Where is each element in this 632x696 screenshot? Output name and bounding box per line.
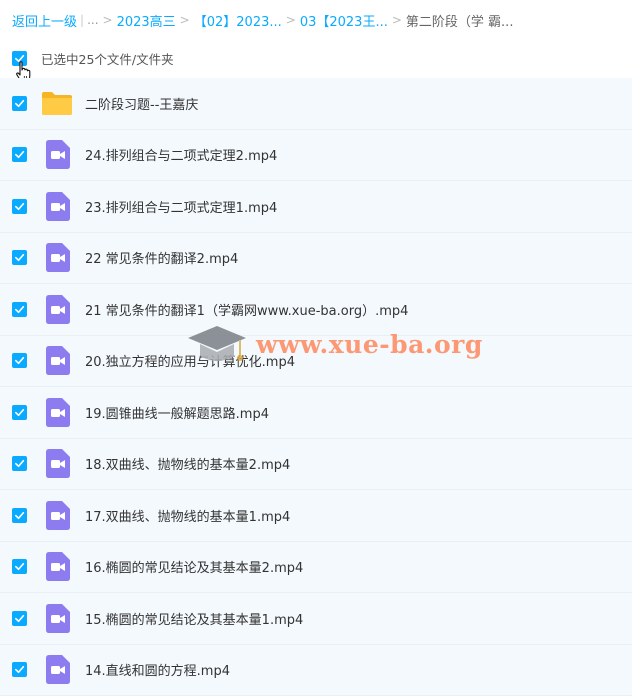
chevron-right-icon: > <box>103 13 113 27</box>
row-checkbox[interactable] <box>12 405 27 420</box>
video-file-icon <box>43 552 73 582</box>
check-icon <box>14 149 25 160</box>
check-icon <box>14 510 25 521</box>
list-item[interactable]: 19.圆锥曲线一般解题思路.mp4 <box>0 387 632 439</box>
check-icon <box>14 407 25 418</box>
chevron-right-icon: > <box>286 13 296 27</box>
breadcrumb-divider: | <box>80 13 84 27</box>
video-file-icon <box>43 449 73 479</box>
file-name[interactable]: 21 常见条件的翻译1（学霸网www.xue-ba.org）.mp4 <box>85 300 408 319</box>
check-icon <box>14 613 25 624</box>
row-checkbox[interactable] <box>12 199 27 214</box>
file-name[interactable]: 17.双曲线、抛物线的基本量1.mp4 <box>85 506 290 525</box>
file-name[interactable]: 24.排列组合与二项式定理2.mp4 <box>85 145 277 164</box>
list-item[interactable]: 15.椭圆的常见结论及其基本量1.mp4 <box>0 593 632 645</box>
list-item[interactable]: 20.独立方程的应用与计算优化.mp4 <box>0 336 632 388</box>
row-checkbox[interactable] <box>12 456 27 471</box>
breadcrumb-ellipsis[interactable]: ... <box>87 13 98 27</box>
check-icon <box>14 664 25 675</box>
row-checkbox[interactable] <box>12 147 27 162</box>
check-icon <box>14 201 25 212</box>
file-name[interactable]: 二阶段习题--王嘉庆 <box>85 94 198 113</box>
list-item[interactable]: 16.椭圆的常见结论及其基本量2.mp4 <box>0 542 632 594</box>
list-item[interactable]: 18.双曲线、抛物线的基本量2.mp4 <box>0 439 632 491</box>
breadcrumb-item[interactable]: 2023高三 <box>117 11 176 30</box>
list-item[interactable]: 14.直线和圆的方程.mp4 <box>0 645 632 696</box>
list-item[interactable]: 二阶段习题--王嘉庆 <box>0 78 632 130</box>
video-file-icon <box>43 191 73 221</box>
row-checkbox[interactable] <box>12 302 27 317</box>
selection-count-text: 已选中25个文件/文件夹 <box>41 49 174 68</box>
check-icon <box>14 458 25 469</box>
breadcrumb-item[interactable]: 03【2023王... <box>300 11 388 30</box>
row-checkbox[interactable] <box>12 662 27 677</box>
row-checkbox[interactable] <box>12 250 27 265</box>
video-file-icon <box>43 603 73 633</box>
check-icon <box>14 355 25 366</box>
row-checkbox[interactable] <box>12 508 27 523</box>
file-name[interactable]: 22 常见条件的翻译2.mp4 <box>85 248 238 267</box>
video-file-icon <box>43 346 73 376</box>
selection-bar: 已选中25个文件/文件夹 <box>0 40 632 76</box>
check-icon <box>14 252 25 263</box>
video-file-icon <box>43 500 73 530</box>
list-item[interactable]: 21 常见条件的翻译1（学霸网www.xue-ba.org）.mp4 <box>0 284 632 336</box>
file-name[interactable]: 15.椭圆的常见结论及其基本量1.mp4 <box>85 609 303 628</box>
file-name[interactable]: 18.双曲线、抛物线的基本量2.mp4 <box>85 454 290 473</box>
folder-icon <box>41 88 73 118</box>
video-file-icon <box>43 655 73 685</box>
row-checkbox[interactable] <box>12 611 27 626</box>
row-checkbox[interactable] <box>12 353 27 368</box>
row-checkbox[interactable] <box>12 96 27 111</box>
list-item[interactable]: 24.排列组合与二项式定理2.mp4 <box>0 130 632 182</box>
video-file-icon <box>43 397 73 427</box>
file-name[interactable]: 14.直线和圆的方程.mp4 <box>85 660 230 679</box>
check-icon <box>14 304 25 315</box>
chevron-right-icon: > <box>392 13 402 27</box>
list-item[interactable]: 23.排列组合与二项式定理1.mp4 <box>0 181 632 233</box>
list-item[interactable]: 22 常见条件的翻译2.mp4 <box>0 233 632 285</box>
file-list: 二阶段习题--王嘉庆 24.排列组合与二项式定理2.mp4 23.排列组合与二项… <box>0 78 632 696</box>
back-link[interactable]: 返回上一级 <box>12 11 77 30</box>
breadcrumb-current: 第二阶段（学 霸... <box>406 11 514 30</box>
chevron-right-icon: > <box>180 13 190 27</box>
file-name[interactable]: 23.排列组合与二项式定理1.mp4 <box>85 197 277 216</box>
file-name[interactable]: 20.独立方程的应用与计算优化.mp4 <box>85 351 295 370</box>
check-icon <box>14 98 25 109</box>
breadcrumb-item[interactable]: 【02】2023... <box>194 11 282 30</box>
video-file-icon <box>43 140 73 170</box>
file-name[interactable]: 16.椭圆的常见结论及其基本量2.mp4 <box>85 557 303 576</box>
check-icon <box>14 561 25 572</box>
video-file-icon <box>43 294 73 324</box>
breadcrumb: 返回上一级 | ... > 2023高三 > 【02】2023... > 03【… <box>0 0 632 40</box>
list-item[interactable]: 17.双曲线、抛物线的基本量1.mp4 <box>0 490 632 542</box>
video-file-icon <box>43 243 73 273</box>
file-name[interactable]: 19.圆锥曲线一般解题思路.mp4 <box>85 403 269 422</box>
row-checkbox[interactable] <box>12 559 27 574</box>
